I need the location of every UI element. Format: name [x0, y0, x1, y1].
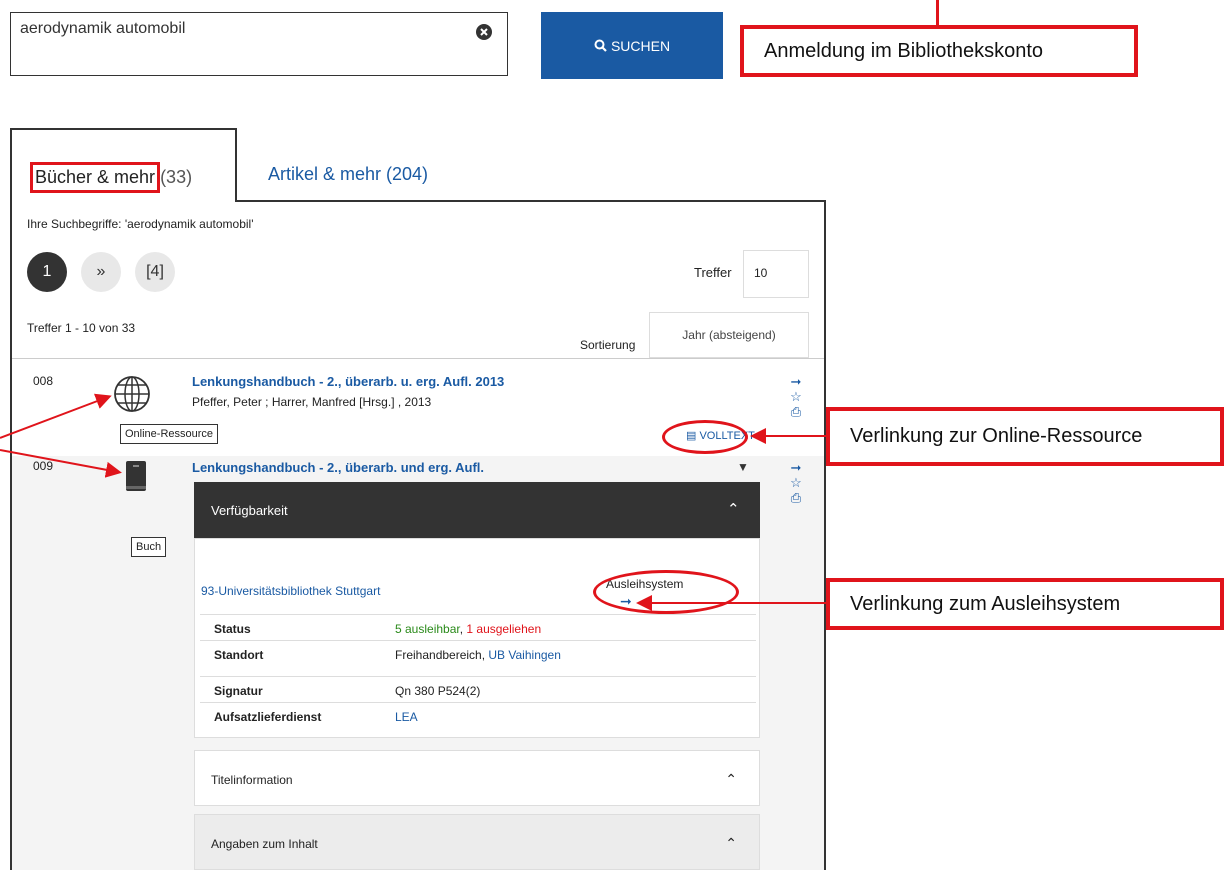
chevron-up-icon: ⌃: [725, 835, 737, 851]
star-icon[interactable]: ☆: [788, 389, 804, 404]
detail-value: Qn 380 P524(2): [395, 684, 481, 698]
login-callout-text: Anmeldung im Bibliothekskonto: [764, 39, 1044, 62]
login-callout: Anmeldung im Bibliothekskonto: [740, 25, 1138, 77]
panel-border: [824, 200, 826, 870]
search-query-text[interactable]: aerodynamik automobil: [20, 20, 185, 38]
loan-system-callout: Verlinkung zum Ausleihsystem: [826, 578, 1224, 630]
collapse-toggle-icon[interactable]: ▼: [737, 460, 749, 474]
search-button-label: SUCHEN: [610, 37, 671, 54]
result-number: 008: [33, 374, 54, 388]
accordion-label: Angaben zum Inhalt: [211, 837, 318, 851]
online-callout-text: Verlinkung zur Online-Ressource: [850, 425, 1143, 447]
online-resource-callout: Verlinkung zur Online-Ressource: [826, 407, 1224, 466]
book-icon: [126, 461, 146, 491]
accordion-label: Titelinformation: [211, 773, 293, 787]
chevron-up-icon: ⌃: [725, 771, 737, 787]
tab-border: [235, 128, 237, 200]
detail-row-location: Standort Freihandbereich, UB Vaihingen: [200, 640, 756, 667]
panel-border: [235, 200, 825, 202]
chevron-up-icon[interactable]: ⌃: [727, 500, 740, 518]
result-actions: ➞ ☆ ⎙: [788, 374, 804, 419]
hits-per-page-select[interactable]: 10: [743, 250, 809, 298]
detail-row-status: Status 5 ausleihbar, 1 ausgeliehen: [200, 614, 756, 641]
tab-books[interactable]: Bücher & mehr (33): [30, 162, 193, 193]
divider: [12, 358, 824, 359]
tab-border: [10, 128, 236, 130]
location-link[interactable]: UB Vaihingen: [488, 648, 561, 662]
annotation-arrow: [0, 393, 112, 439]
detail-key: Status: [214, 622, 251, 636]
print-icon[interactable]: ⎙: [788, 404, 804, 419]
pagination-next-button[interactable]: »: [81, 252, 121, 292]
location-text: Freihandbereich,: [395, 648, 489, 662]
arrow-right-icon[interactable]: ➞: [788, 374, 804, 389]
detail-value: 5 ausleihbar, 1 ausgeliehen: [395, 622, 541, 636]
globe-icon: [114, 376, 150, 412]
tab-books-count: (33): [160, 167, 193, 187]
annotation-line: [936, 0, 939, 25]
hits-per-page-label: Treffer: [694, 265, 732, 280]
sort-select[interactable]: Jahr (absteigend): [649, 312, 809, 358]
arrow-right-icon[interactable]: ➞: [788, 460, 804, 475]
detail-value: Freihandbereich, UB Vaihingen: [395, 648, 561, 662]
type-tooltip: Online-Ressource: [120, 424, 219, 444]
tab-articles[interactable]: Artikel & mehr (204): [268, 164, 428, 185]
status-available: 5 ausleihbar: [395, 622, 460, 636]
type-tooltip: Buch: [131, 537, 167, 557]
pagination-last-page[interactable]: [4]: [135, 252, 175, 292]
result-actions: ➞ ☆ ⎙: [788, 460, 804, 505]
search-terms-text: Ihre Suchbegriffe: 'aerodynamik automobi…: [27, 217, 254, 231]
detail-key: Standort: [214, 648, 264, 662]
result-number: 009: [33, 459, 54, 473]
star-icon[interactable]: ☆: [788, 475, 804, 490]
result-title-link[interactable]: Lenkungshandbuch - 2., überarb. u. erg. …: [192, 374, 504, 389]
detail-row-signature: Signatur Qn 380 P524(2): [200, 676, 756, 703]
sort-label: Sortierung: [580, 338, 636, 352]
availability-header[interactable]: Verfügbarkeit: [194, 482, 760, 538]
search-button[interactable]: SUCHEN: [541, 12, 723, 79]
annotation-ellipse: [662, 420, 748, 454]
detail-row-delivery: Aufsatzlieferdienst LEA: [200, 702, 756, 729]
library-link[interactable]: 93-Universitätsbibliothek Stuttgart: [201, 584, 380, 598]
close-circle-icon[interactable]: [475, 23, 493, 41]
annotation-ellipse: [593, 570, 739, 614]
sort-select-value: Jahr (absteigend): [682, 328, 776, 342]
pagination-current-page[interactable]: 1: [27, 252, 67, 292]
accordion-content-info[interactable]: Angaben zum Inhalt ⌃: [194, 814, 760, 870]
loan-callout-text: Verlinkung zum Ausleihsystem: [850, 592, 1121, 615]
detail-key: Signatur: [214, 684, 263, 698]
result-authors: Pfeffer, Peter ; Harrer, Manfred [Hrsg.]…: [192, 395, 432, 409]
search-icon: [594, 39, 607, 52]
accordion-title-info[interactable]: Titelinformation ⌃: [194, 750, 760, 806]
result-range: Treffer 1 - 10 von 33: [27, 321, 136, 335]
tab-books-label: Bücher & mehr: [30, 162, 161, 193]
detail-key: Aufsatzlieferdienst: [214, 710, 322, 724]
status-loaned: 1 ausgeliehen: [466, 622, 542, 636]
print-icon[interactable]: ⎙: [788, 490, 804, 505]
hits-per-page-value: 10: [754, 266, 768, 280]
availability-header-label: Verfügbarkeit: [211, 503, 288, 518]
result-title-link[interactable]: Lenkungshandbuch - 2., überarb. und erg.…: [192, 460, 484, 475]
delivery-link[interactable]: LEA: [395, 710, 418, 724]
